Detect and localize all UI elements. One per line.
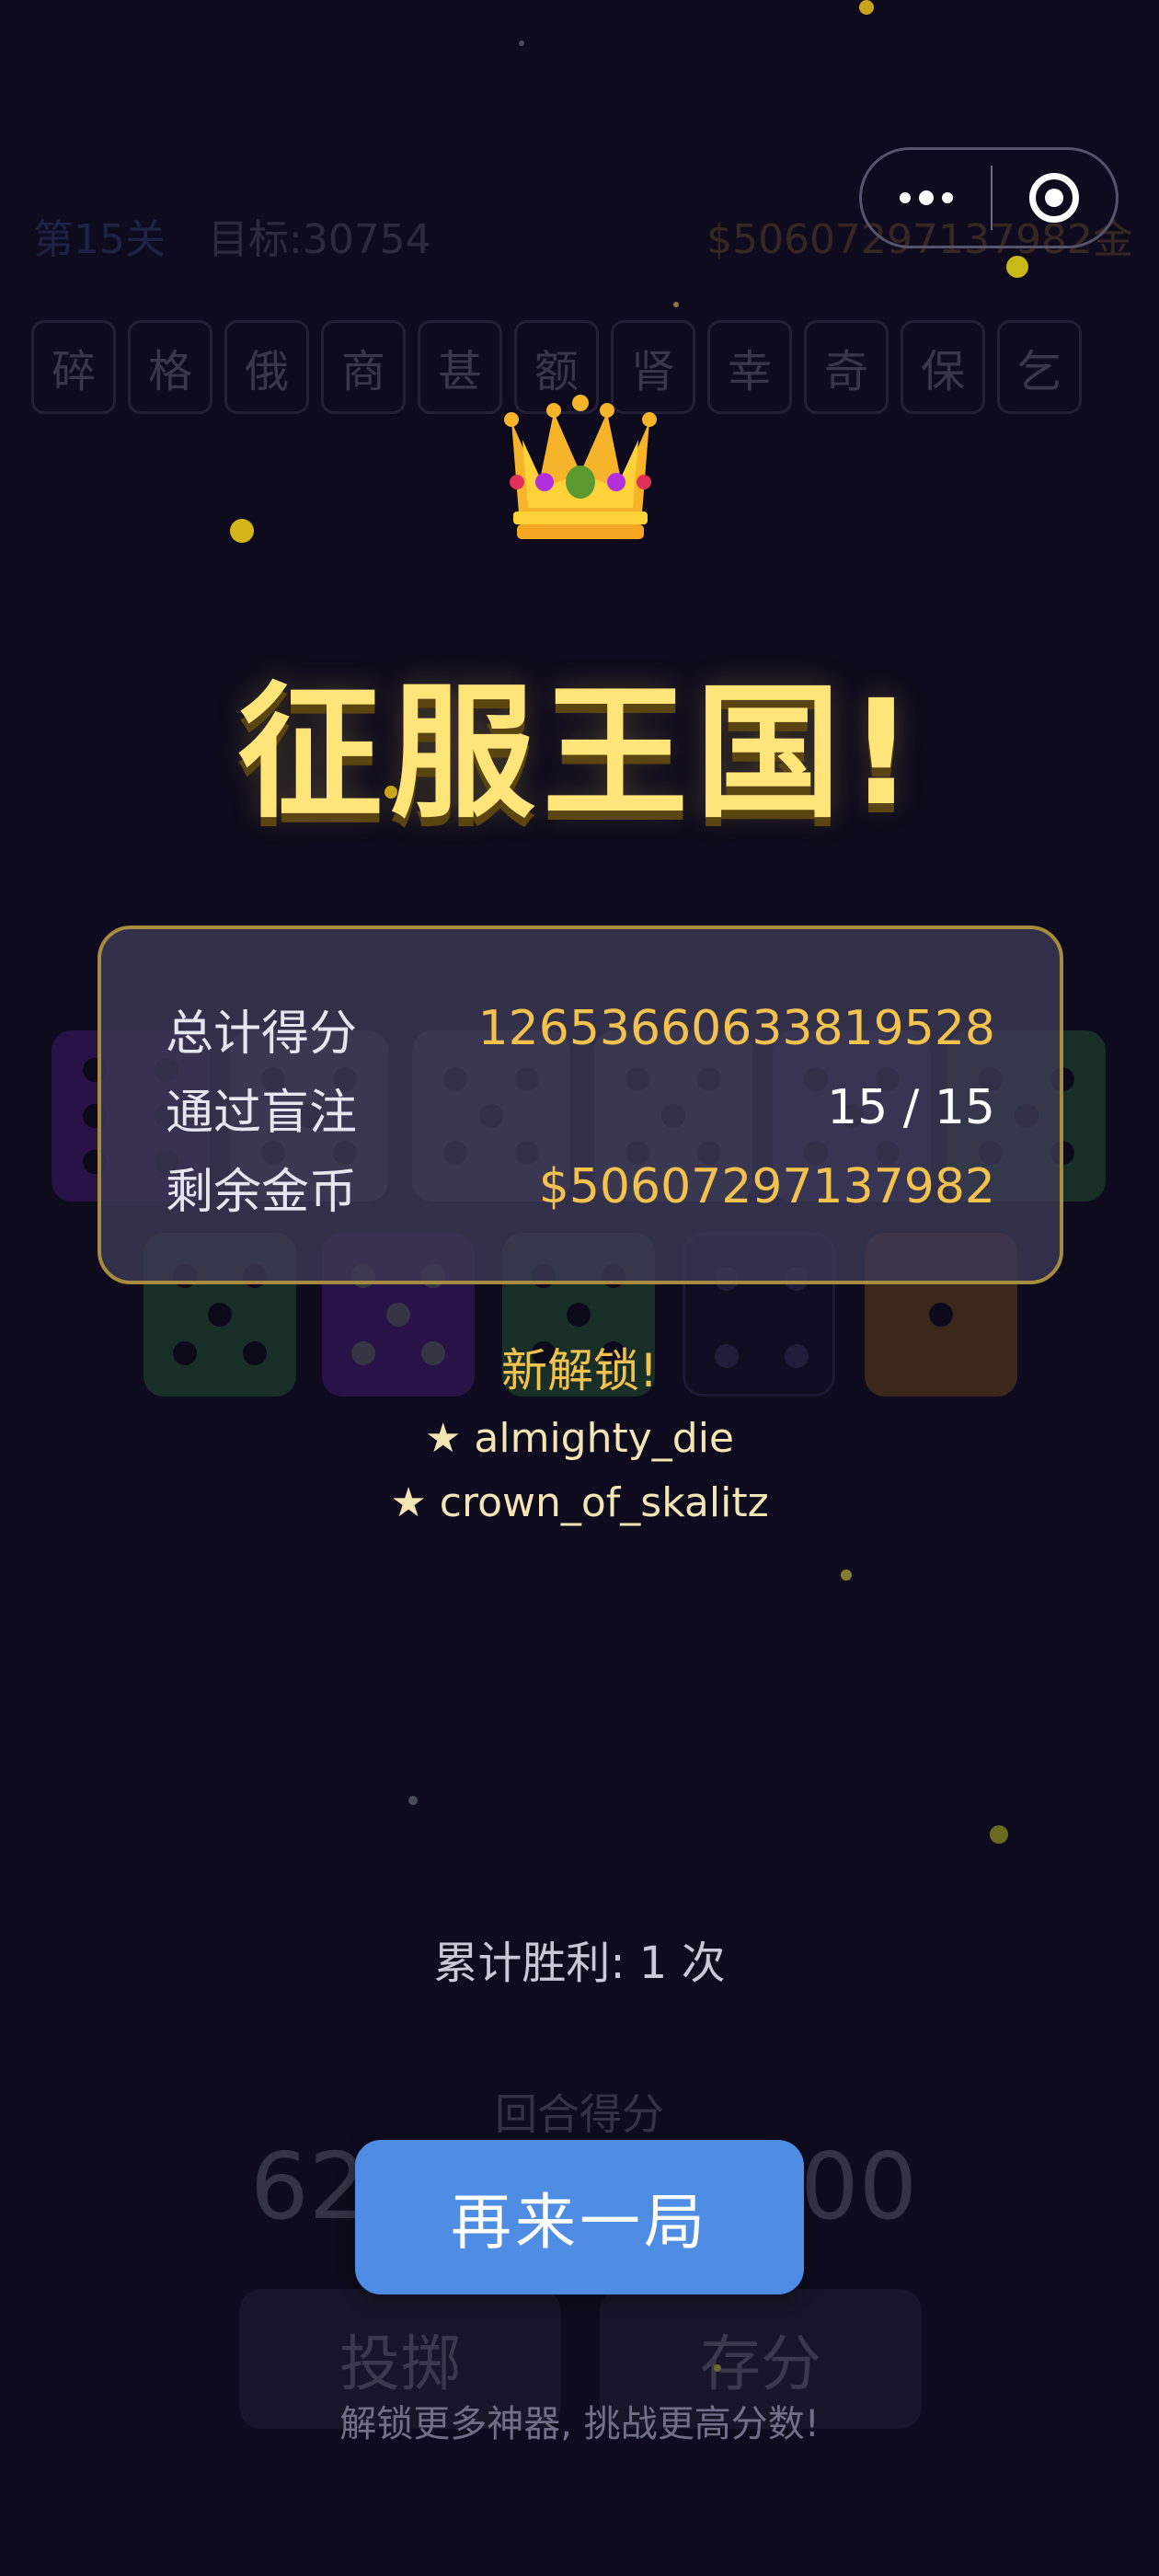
total-score-label: 总计得分: [166, 1006, 358, 1062]
coins-value: $50607297137982: [538, 1159, 995, 1214]
hint-text: 解锁更多神器, 挑战更高分数!: [339, 2403, 820, 2445]
level-label: 第15关: [33, 216, 166, 263]
more-dots-icon[interactable]: [862, 150, 991, 246]
confetti-dot: [859, 0, 874, 15]
round-score-right: 00: [800, 2133, 918, 2240]
confetti-dot: [1006, 256, 1028, 278]
letter-tile: 保: [901, 320, 985, 414]
unlock-item: ★ crown_of_skalitz: [390, 1479, 769, 1526]
letter-tile: 俄: [224, 320, 309, 414]
letter-tile: 甚: [418, 320, 502, 414]
window-capsule: [859, 147, 1119, 248]
confetti-dot: [230, 519, 254, 543]
unlock-item: ★ almighty_die: [424, 1415, 735, 1462]
letter-tile: 奇: [804, 320, 889, 414]
stat-row-total-score: 总计得分 12653660633819528: [166, 992, 995, 1065]
round-score-left: 62: [250, 2133, 368, 2240]
confetti-dot: [673, 302, 679, 307]
play-again-button[interactable]: 再来一局: [355, 2140, 804, 2294]
confetti-dot: [841, 1570, 852, 1581]
blinds-label: 通过盲注: [166, 1085, 358, 1141]
letter-tile: 格: [128, 320, 212, 414]
target-icon[interactable]: [993, 150, 1116, 246]
crown-icon: [504, 395, 657, 539]
confetti-dot: [990, 1825, 1008, 1844]
confetti-dot: [408, 1796, 418, 1805]
round-score-label: 回合得分: [495, 2089, 664, 2139]
letter-tile: 商: [321, 320, 406, 414]
confetti-dot: [714, 2364, 721, 2372]
stat-row-coins: 剩余金币 $50607297137982: [166, 1150, 995, 1224]
confetti-dot: [519, 40, 524, 46]
victory-title: 征服王国!: [236, 669, 923, 838]
letter-tile: 碎: [31, 320, 116, 414]
target-score-label: 目标:30754: [208, 216, 431, 263]
blinds-value: 15 / 15: [827, 1080, 995, 1135]
total-score-value: 12653660633819528: [477, 1001, 995, 1056]
new-unlock-title: 新解锁!: [500, 1344, 659, 1397]
stat-row-blinds: 通过盲注 15 / 15: [166, 1071, 995, 1144]
coins-label: 剩余金币: [166, 1164, 358, 1220]
total-wins-label: 累计胜利: 1 次: [433, 1938, 726, 1989]
letter-tile: 幸: [707, 320, 792, 414]
letter-tile: 乞: [997, 320, 1082, 414]
stats-panel: 总计得分 12653660633819528 通过盲注 15 / 15 剩余金币…: [98, 926, 1063, 1284]
